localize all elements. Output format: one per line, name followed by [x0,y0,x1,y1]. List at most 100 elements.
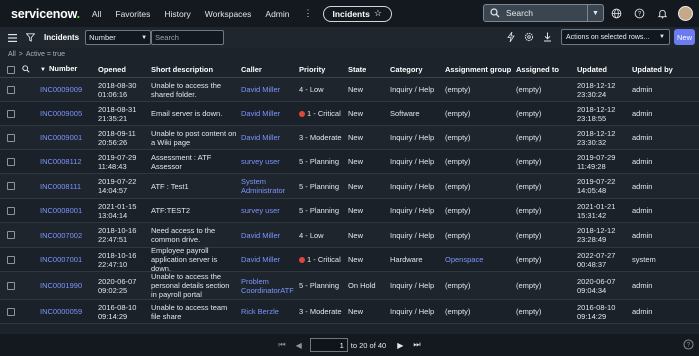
table-row[interactable]: INC0001990 2020-06-07 09:02:25 Unable to a… [0,272,699,300]
col-opened[interactable]: Opened [98,65,151,74]
settings-gear-icon[interactable] [523,31,535,43]
servicenow-logo[interactable]: servicenow. [11,7,80,21]
row-checkbox[interactable] [7,307,15,316]
breadcrumb-filter[interactable]: Active = true [26,51,65,58]
assignment-group-link[interactable]: Openspace [445,255,516,264]
global-search[interactable]: Search ▼ [483,4,604,22]
row-checkbox[interactable] [7,157,15,166]
table-row[interactable]: INC0009009 2018-08-30 01:06:16 Unable to a… [0,78,699,102]
page-input[interactable]: 1 [309,338,348,352]
category-cell: Inquiry / Help [390,206,435,215]
help-icon[interactable]: ? [632,7,646,21]
priority-cell: 4 - Low [299,230,324,240]
nav-favorites[interactable]: Favorites [115,9,150,19]
incident-number-link[interactable]: INC0009005 [40,109,98,118]
actions-select[interactable]: Actions on selected rows... ▼ [561,29,670,45]
incident-number-link[interactable]: INC0007002 [40,231,98,240]
globe-icon[interactable] [609,7,623,21]
incident-number-link[interactable]: INC0000059 [40,307,98,316]
caller-link[interactable]: David Miller [241,85,299,94]
help-icon[interactable]: ? [683,339,694,350]
incident-number-link[interactable]: INC0007001 [40,255,98,264]
more-menu-icon[interactable]: ⋮ [304,8,313,19]
caller-link[interactable]: survey user [241,157,299,166]
col-number[interactable]: ▼ Number [40,64,98,75]
row-checkbox[interactable] [7,255,15,264]
table-row[interactable]: INC0008111 2019-07-22 14:04:57 ATF : Test1… [0,174,699,199]
priority-cell: 5 - Planning [299,206,340,215]
priority-label: 1 - Critical [307,109,341,118]
col-assignment-group[interactable]: Assignment group [445,65,516,74]
row-checkbox[interactable] [7,281,15,290]
caller-link[interactable]: David Miller [241,255,299,264]
incident-number-link[interactable]: INC0008001 [40,206,98,215]
list-search-input[interactable]: Search [151,30,225,45]
incident-number-link[interactable]: INC0008111 [40,182,98,191]
col-caller[interactable]: Caller [241,65,299,74]
row-checkbox[interactable] [7,206,15,215]
caller-link[interactable]: David Miller [241,109,299,118]
incident-number-link[interactable]: INC0001990 [40,281,98,290]
row-checkbox[interactable] [7,109,15,118]
caller-link[interactable]: Rick Berzle [241,307,299,316]
caller-link[interactable]: survey user [241,206,299,215]
row-checkbox[interactable] [7,85,15,94]
search-field-select[interactable]: Number ▼ [85,30,152,45]
caller-link[interactable]: David Miller [241,231,299,240]
lightning-icon[interactable] [505,31,517,43]
table-row[interactable]: INC0007001 2018-10-16 22:47:10 Employee pa… [0,246,699,273]
caller-link[interactable]: Problem CoordinatorATF [241,277,299,295]
row-checkbox[interactable] [7,133,15,142]
nav-history[interactable]: History [164,9,190,19]
nav-admin[interactable]: Admin [265,9,289,19]
table-row[interactable]: INC0009005 2018-08-31 21:35:21 Email serve… [0,102,699,126]
new-button[interactable]: New [674,29,695,45]
table-row[interactable]: INC0007002 2018-10-16 22:47:51 Need access… [0,223,699,248]
table-row[interactable]: INC0008001 2021-01-15 13:04:14 ATF:TEST2 su… [0,199,699,223]
priority-cell: 5 - Planning [299,157,340,166]
col-priority[interactable]: Priority [299,65,348,74]
updated-by-cell: admin [632,281,653,290]
row-checkbox[interactable] [7,182,15,190]
priority-cell: 5 - Planning [299,281,340,290]
col-short-description[interactable]: Short description [151,65,241,74]
column-search-icon[interactable] [22,64,40,75]
nav-workspaces[interactable]: Workspaces [205,9,252,19]
row-checkbox-cell [0,157,22,166]
next-page-icon[interactable]: ▶ [397,341,403,350]
table-row[interactable]: INC0000059 2016-08-10 09:14:29 Unable to a… [0,300,699,324]
star-icon[interactable]: ☆ [374,8,382,19]
table-row[interactable]: INC0009001 2018-09-11 20:56:26 Unable to p… [0,126,699,150]
filter-icon[interactable] [24,32,36,44]
assigned-to-cell: (empty) [516,206,542,215]
col-updated[interactable]: Updated [577,65,632,74]
row-checkbox[interactable] [7,231,15,239]
caller-link[interactable]: David Miller [241,133,299,142]
table-row[interactable]: INC0008112 2019-07-29 11:48:43 Assessment … [0,150,699,174]
last-page-icon[interactable]: ⏭ [413,340,420,350]
hamburger-icon[interactable] [6,32,18,44]
col-assigned-to[interactable]: Assigned to [516,65,577,74]
user-avatar[interactable] [678,6,693,21]
incident-number-link[interactable]: INC0009009 [40,85,98,94]
row-checkbox-cell [0,133,22,142]
context-pill[interactable]: Incidents ☆ [322,5,392,22]
priority-label: 1 - Critical [307,255,341,264]
col-updated-by[interactable]: Updated by [632,65,682,74]
select-all-checkbox[interactable] [7,65,15,74]
row-checkbox-cell [0,281,22,290]
caller-link[interactable]: System Administrator [241,177,299,195]
bell-icon[interactable] [655,7,669,21]
nav-all[interactable]: All [92,9,101,19]
col-category[interactable]: Category [390,65,445,74]
breadcrumb-all[interactable]: All [8,51,16,58]
download-icon[interactable] [541,31,553,43]
col-state[interactable]: State [348,65,390,74]
list-title[interactable]: Incidents [44,33,79,42]
assigned-to-cell: (empty) [516,85,542,94]
incident-number-link[interactable]: INC0009001 [40,133,98,142]
incident-number-link[interactable]: INC0008112 [40,157,98,166]
updated-by-cell: admin [632,181,653,191]
first-page-icon[interactable]: ⏮ [278,340,285,350]
prev-page-icon[interactable]: ◀ [296,341,302,350]
